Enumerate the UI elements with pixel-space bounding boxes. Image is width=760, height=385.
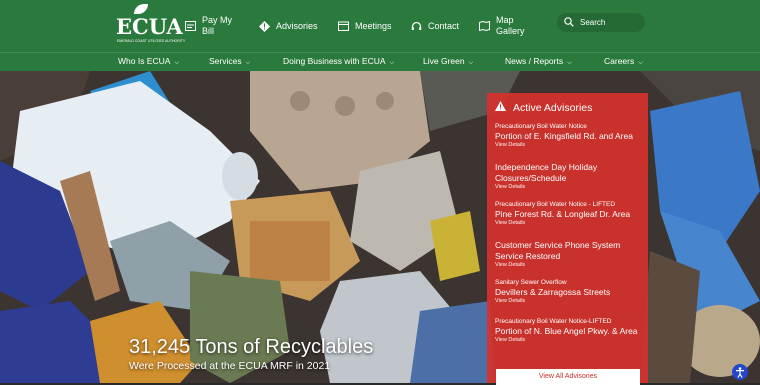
advisory-kicker: Precautionary Boil Water Notice — [495, 123, 587, 130]
nav-live-green-label: Live Green — [423, 56, 465, 66]
logo-wordmark: ECUA — [116, 14, 183, 39]
view-details-link[interactable]: View Details — [495, 337, 645, 344]
nav-live-green[interactable]: Live Green ⌵ — [423, 52, 473, 71]
meetings-link[interactable]: Meetings — [337, 0, 415, 52]
nav-doing-business-label: Doing Business with ECUA — [283, 56, 386, 66]
advisory-title: Customer Service Phone System Service Re… — [495, 240, 621, 261]
map-gallery-link[interactable]: Map Gallery — [478, 0, 536, 52]
view-details-link[interactable]: View Details — [495, 220, 645, 227]
nav-news-reports[interactable]: News / Reports ⌵ — [505, 52, 572, 71]
advisory-title: Devillers & Zarragossa Streets — [495, 287, 611, 297]
accessibility-button[interactable] — [732, 364, 748, 380]
advisory-item[interactable]: Precautionary Boil Water Notice-LIFTED P… — [495, 318, 645, 344]
advisory-item[interactable]: Sanitary Sewer Overflow Devillers & Zarr… — [495, 279, 645, 305]
search-icon — [564, 16, 574, 29]
chevron-down-icon: ⌵ — [468, 60, 474, 66]
advisory-kicker: Sanitary Sewer Overflow — [495, 279, 567, 286]
nav-careers-label: Careers — [604, 56, 635, 66]
nav-who-is-ecua-label: Who Is ECUA — [118, 56, 171, 66]
advisories-panel: Active Advisories Precautionary Boil Wat… — [487, 93, 648, 383]
advisory-title: Portion of N. Blue Angel Pkwy. & Area — [495, 326, 638, 336]
hero-subline: Were Processed at the ECUA MRF in 2021 — [129, 360, 331, 372]
calendar-icon — [337, 20, 349, 32]
map-icon — [478, 20, 490, 32]
chevron-down-icon: ⌵ — [174, 60, 179, 66]
advisories-link[interactable]: Advisories — [258, 0, 336, 52]
view-details-link[interactable]: View Details — [495, 184, 645, 191]
hero-headline: 31,245 Tons of Recyclables — [129, 336, 374, 358]
search-box[interactable]: Search — [557, 13, 645, 32]
nav-who-is-ecua[interactable]: Who Is ECUA ⌵ — [118, 52, 179, 71]
nav-services-label: Services — [209, 56, 242, 66]
chevron-down-icon: ⌵ — [389, 60, 395, 66]
map-gallery-label: Map Gallery — [496, 15, 525, 36]
advisory-kicker: Precautionary Boil Water Notice - LIFTED — [495, 201, 616, 208]
leaf-icon — [134, 4, 148, 14]
advisory-title: Portion of E. Kingsfield Rd. and Area — [495, 131, 633, 141]
advisory-item[interactable]: Customer Service Phone System Service Re… — [495, 240, 645, 269]
advisories-heading: Active Advisories — [495, 101, 592, 114]
advisory-title: Pine Forest Rd. & Longleaf Dr. Area — [495, 209, 631, 219]
advisory-kicker: Precautionary Boil Water Notice-LIFTED — [495, 318, 612, 325]
advisory-item[interactable]: Precautionary Boil Water Notice - LIFTED… — [495, 201, 645, 227]
search-placeholder: Search — [580, 18, 606, 27]
chevron-down-icon: ⌵ — [638, 60, 643, 66]
contact-link[interactable]: Contact — [410, 0, 488, 52]
chevron-down-icon: ⌵ — [245, 60, 251, 66]
warning-icon — [495, 101, 506, 114]
advisory-item[interactable]: Independence Day Holiday Closures/Schedu… — [495, 162, 645, 191]
advisories-heading-text: Active Advisories — [513, 101, 593, 114]
nav-services[interactable]: Services ⌵ — [209, 52, 250, 71]
pay-bill-label: Pay My Bill — [202, 15, 233, 36]
accessibility-icon — [736, 366, 744, 378]
headset-icon — [410, 20, 422, 32]
bill-icon — [184, 20, 196, 32]
nav-careers[interactable]: Careers ⌵ — [604, 52, 643, 71]
ecua-logo[interactable]: ECUA EMERALD COAST UTILITIES AUTHORITY — [116, 4, 185, 46]
advisories-label: Advisories — [276, 20, 318, 31]
nav-doing-business[interactable]: Doing Business with ECUA ⌵ — [283, 52, 394, 71]
pay-bill-link[interactable]: Pay My Bill — [184, 0, 242, 52]
advisory-title: Independence Day Holiday Closures/Schedu… — [495, 162, 598, 183]
nav-news-reports-label: News / Reports — [505, 56, 564, 66]
meetings-label: Meetings — [355, 20, 392, 31]
view-details-link[interactable]: View Details — [495, 262, 645, 269]
chevron-down-icon: ⌵ — [567, 60, 572, 66]
logo-subtitle: EMERALD COAST UTILITIES AUTHORITY — [117, 39, 186, 43]
diamond-alert-icon — [258, 20, 270, 32]
view-details-link[interactable]: View Details — [495, 298, 645, 305]
advisory-item[interactable]: Precautionary Boil Water Notice Portion … — [495, 123, 645, 149]
view-details-link[interactable]: View Details — [495, 142, 645, 149]
